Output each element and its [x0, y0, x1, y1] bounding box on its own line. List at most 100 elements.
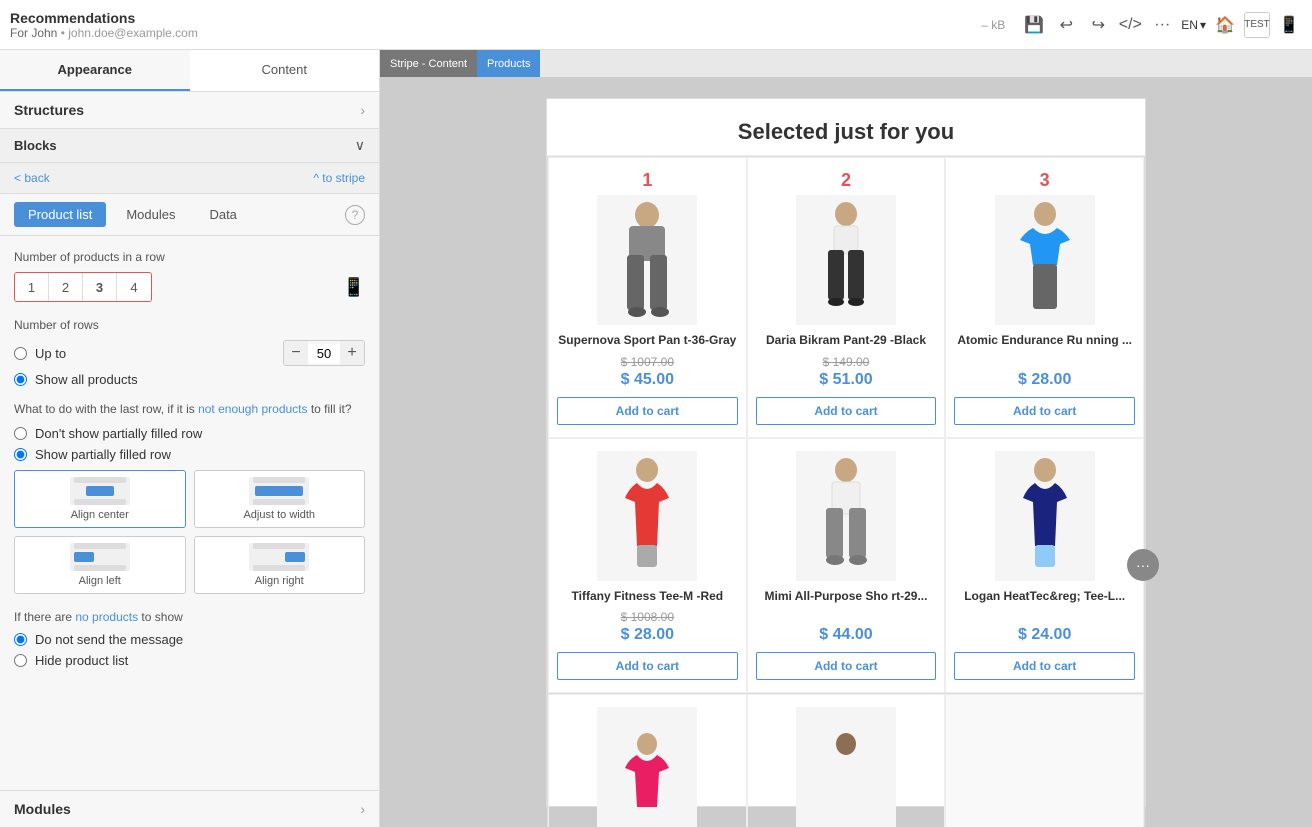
structures-label: Structures — [14, 102, 84, 118]
email-header: Selected just for you — [547, 99, 1145, 156]
sub-tabs: Product list Modules Data ? — [0, 194, 379, 236]
redo-button[interactable]: ↪ — [1085, 12, 1111, 38]
panel-tabs: Appearance Content — [0, 50, 379, 92]
product-img-pants-black — [806, 200, 886, 320]
blocks-label: Blocks — [14, 138, 57, 153]
do-not-send-label: Do not send the message — [35, 632, 183, 647]
align-right-visual — [249, 543, 309, 571]
product-name-5: Mimi All-Purpose Sho rt-29... — [765, 589, 928, 605]
product-cell-9-empty — [945, 694, 1144, 827]
product-price-4: $ 28.00 — [621, 626, 674, 644]
add-to-cart-5[interactable]: Add to cart — [756, 652, 937, 680]
product-price-5: $ 44.00 — [819, 626, 872, 644]
show-partial-radio[interactable] — [14, 448, 27, 461]
save-icon-button[interactable]: 💾 — [1021, 12, 1047, 38]
email-content-area: Selected just for you 1 — [380, 78, 1312, 827]
mobile-view-icon[interactable]: 📱 — [343, 277, 365, 298]
main-layout: Appearance Content Structures › Blocks ∨… — [0, 50, 1312, 827]
products-per-row-selector: 1 2 3 4 📱 — [14, 272, 365, 302]
more-button[interactable]: ··· — [1149, 12, 1175, 38]
tab-appearance[interactable]: Appearance — [0, 50, 190, 91]
hide-list-row: Hide product list — [14, 653, 365, 668]
back-nav: < back ^ to stripe — [0, 163, 379, 194]
panel-content: Number of products in a row 1 2 3 4 📱 Nu… — [0, 236, 379, 790]
product-img-pants-gray — [607, 200, 687, 320]
blocks-section[interactable]: Blocks ∨ — [0, 129, 379, 163]
product-img-7 — [597, 707, 697, 827]
no-products-section: If there are no products to show Do not … — [14, 610, 365, 668]
show-all-radio[interactable] — [14, 373, 27, 386]
do-not-send-radio[interactable] — [14, 633, 27, 646]
subtab-data[interactable]: Data — [195, 202, 250, 227]
product-old-price-2: $ 149.00 — [823, 355, 870, 369]
per-row-2[interactable]: 2 — [49, 273, 83, 301]
subtab-modules[interactable]: Modules — [112, 202, 189, 227]
product-cell-6: Logan HeatTec&reg; Tee-L... $0 $ 24.00 A… — [945, 438, 1144, 694]
align-left-label: Align left — [79, 575, 121, 587]
code-button[interactable]: </> — [1117, 12, 1143, 38]
test-button[interactable]: TEST — [1244, 12, 1270, 38]
home-button[interactable]: 🏠 — [1212, 12, 1238, 38]
product-price-3: $ 28.00 — [1018, 371, 1071, 389]
product-cell-8-partial — [747, 694, 946, 827]
modules-header[interactable]: Modules › — [0, 791, 379, 827]
align-left-option[interactable]: Align left — [14, 536, 186, 594]
product-old-price-1: $ 1007.00 — [621, 355, 674, 369]
adjust-width-visual — [249, 477, 309, 505]
product-img-8 — [796, 707, 896, 827]
stepper-value[interactable] — [308, 344, 340, 363]
product-img-tee-red — [607, 456, 687, 576]
mobile-preview-button[interactable]: 📱 — [1276, 12, 1302, 38]
product-name-6: Logan HeatTec&reg; Tee-L... — [964, 589, 1125, 605]
top-bar-info: Recommendations For John • john.doe@exam… — [10, 10, 981, 40]
adjust-width-option[interactable]: Adjust to width — [194, 470, 366, 528]
language-selector[interactable]: EN ▾ — [1181, 18, 1206, 32]
email-header-title: Selected just for you — [567, 119, 1125, 145]
align-center-option[interactable]: Align center — [14, 470, 186, 528]
product-price-1: $ 45.00 — [621, 371, 674, 389]
product-cell-2: 2 Daria Bikram Pant-29 -Black — [747, 157, 946, 438]
product-img-shorts-gray — [806, 456, 886, 576]
file-size: – kB — [981, 18, 1005, 32]
product-num-3: 3 — [1040, 170, 1050, 191]
show-all-label: Show all products — [35, 372, 138, 387]
email-body: Selected just for you 1 — [546, 98, 1146, 807]
last-row-question: What to do with the last row, if it is n… — [14, 401, 365, 418]
hide-list-radio[interactable] — [14, 654, 27, 667]
back-button[interactable]: < back — [14, 171, 50, 185]
product-name-2: Daria Bikram Pant-29 -Black — [766, 333, 926, 349]
add-to-cart-3[interactable]: Add to cart — [954, 397, 1135, 425]
per-row-3[interactable]: 3 — [83, 273, 117, 301]
undo-button[interactable]: ↩ — [1053, 12, 1079, 38]
to-stripe-button[interactable]: ^ to stripe — [313, 171, 365, 185]
adjust-width-label: Adjust to width — [243, 509, 315, 521]
structures-section[interactable]: Structures › — [0, 92, 379, 129]
add-to-cart-6[interactable]: Add to cart — [954, 652, 1135, 680]
per-row-4[interactable]: 4 — [117, 273, 151, 301]
product-price-6: $ 24.00 — [1018, 626, 1071, 644]
stepper-increment[interactable]: + — [340, 341, 364, 365]
up-to-radio[interactable] — [14, 347, 27, 360]
add-to-cart-1[interactable]: Add to cart — [557, 397, 738, 425]
add-to-cart-2[interactable]: Add to cart — [756, 397, 937, 425]
add-to-cart-4[interactable]: Add to cart — [557, 652, 738, 680]
product-img-4 — [597, 451, 697, 581]
help-icon[interactable]: ? — [345, 205, 365, 225]
per-row-options: 1 2 3 4 — [14, 272, 152, 302]
do-not-send-row: Do not send the message — [14, 632, 365, 647]
stepper-decrement[interactable]: − — [284, 341, 308, 365]
products-tag[interactable]: Products — [477, 50, 540, 77]
stripe-content-tag[interactable]: Stripe - Content — [380, 50, 477, 77]
email-subtitle: For John • john.doe@example.com — [10, 26, 981, 40]
product-name-1: Supernova Sport Pan t-36-Gray — [558, 333, 736, 349]
align-right-option[interactable]: Align right — [194, 536, 366, 594]
floating-more-button[interactable]: ··· — [1127, 549, 1159, 581]
dont-show-radio[interactable] — [14, 427, 27, 440]
product-name-4: Tiffany Fitness Tee-M -Red — [572, 589, 724, 605]
modules-footer: Modules › — [0, 790, 379, 827]
subtab-product-list[interactable]: Product list — [14, 202, 106, 227]
per-row-1[interactable]: 1 — [15, 273, 49, 301]
last-row-setting: What to do with the last row, if it is n… — [14, 401, 365, 594]
tab-content[interactable]: Content — [190, 50, 380, 91]
structures-chevron: › — [360, 102, 365, 118]
